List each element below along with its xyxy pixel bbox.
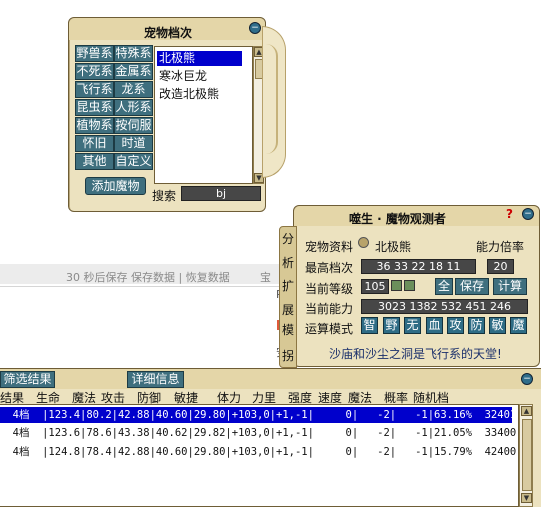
results-scrollbar[interactable]: ▲ ▼: [519, 404, 533, 507]
pet-list-item[interactable]: 寒冰巨龙: [159, 69, 207, 84]
category-other[interactable]: 其他: [75, 153, 114, 170]
category-dragon[interactable]: 龙系: [114, 81, 153, 98]
category-nostalgia[interactable]: 怀旧: [75, 135, 114, 152]
mode-wild-button[interactable]: 野: [383, 317, 400, 334]
magnifier-icon[interactable]: [358, 237, 369, 248]
max-grade-label: 最高档次: [305, 261, 354, 275]
category-humanoid[interactable]: 人形系: [114, 99, 153, 116]
side-tab[interactable]: 分: [282, 230, 294, 247]
partial-char-1: 宝: [260, 271, 271, 284]
pet-archive-title: 宠物档次: [144, 26, 193, 40]
pet-info-label: 宠物资料: [305, 240, 354, 254]
decorative-wing-line: [266, 44, 278, 154]
mode-label: 运算模式: [305, 322, 354, 336]
side-tab[interactable]: 模: [282, 321, 294, 338]
mode-defense-button[interactable]: 防: [468, 317, 485, 334]
category-custom[interactable]: 自定义: [114, 153, 153, 170]
pet-archive-panel: 宠物档次 野兽系 特殊系 不死系 金属系 飞行系 龙系 昆虫系 人形系 植物系 …: [68, 17, 266, 212]
all-button[interactable]: 全: [435, 278, 453, 295]
results-header: [0, 369, 541, 389]
side-tab[interactable]: 析: [282, 254, 294, 271]
category-time[interactable]: 时道: [114, 135, 153, 152]
results-scroll-up-icon[interactable]: ▲: [521, 406, 532, 416]
category-insect[interactable]: 昆虫系: [75, 99, 114, 116]
pet-list-item[interactable]: 北极熊: [159, 51, 195, 66]
category-undead[interactable]: 不死系: [75, 63, 114, 80]
ability-label: 当前能力: [305, 302, 354, 316]
side-tab-strip: 分 析 扩 展 模 拐: [279, 226, 297, 368]
mode-magic-button[interactable]: 魔: [510, 317, 527, 334]
pet-name-value: 北极熊: [375, 240, 412, 254]
level-field[interactable]: 105: [361, 279, 389, 294]
ratio-label: 能力倍率: [476, 240, 525, 254]
close-icon[interactable]: −: [249, 22, 261, 34]
side-tab[interactable]: 展: [282, 301, 294, 318]
pet-list[interactable]: 北极熊 寒冰巨龙 改造北极熊: [154, 46, 253, 184]
category-special[interactable]: 特殊系: [114, 45, 153, 62]
mode-attack-button[interactable]: 攻: [447, 317, 464, 334]
results-scroll-thumb[interactable]: [522, 419, 532, 491]
ratio-field[interactable]: 20: [487, 259, 514, 274]
level-up-icon[interactable]: [404, 280, 415, 291]
results-list[interactable]: 4档 |123.4|80.2|42.88|40.60|29.80|+103,0|…: [0, 404, 529, 507]
result-row[interactable]: 4档 |124.8|78.4|42.88|40.60|29.80|+103,0|…: [0, 444, 529, 460]
save-status-text[interactable]: 30 秒后保存 保存数据 | 恢复数据: [66, 269, 230, 285]
help-icon[interactable]: ?: [506, 208, 516, 220]
side-tab[interactable]: 扩: [282, 277, 294, 294]
level-down-icon[interactable]: [391, 280, 402, 291]
save-button[interactable]: 保存: [455, 278, 489, 295]
observer-title: 噬生 · 魔物观测者: [349, 212, 446, 226]
side-tab[interactable]: 拐: [282, 347, 294, 364]
filter-results-button[interactable]: 筛选结果: [0, 371, 55, 388]
details-button[interactable]: 详细信息: [127, 371, 184, 388]
category-servo[interactable]: 按伺服: [114, 117, 153, 134]
tip-text: 沙庙和沙尘之洞是飞行系的天堂!: [329, 347, 502, 361]
results-panel: 筛选结果 详细信息 − 结果 生命 魔法 攻击 防御 敏捷 体力 力里 强度 速…: [0, 368, 541, 507]
search-input[interactable]: bj: [181, 186, 261, 201]
add-monster-button[interactable]: 添加魔物: [85, 177, 146, 195]
page-divider: [0, 286, 290, 287]
category-metal[interactable]: 金属系: [114, 63, 153, 80]
mode-none-button[interactable]: 无: [404, 317, 421, 334]
pet-list-item[interactable]: 改造北极熊: [159, 87, 219, 102]
mode-int-button[interactable]: 智: [361, 317, 378, 334]
category-plant[interactable]: 植物系: [75, 117, 114, 134]
mode-hp-button[interactable]: 血: [426, 317, 443, 334]
ability-field[interactable]: 3023 1382 532 451 246: [361, 299, 528, 314]
result-row[interactable]: 4档 |123.4|80.2|42.88|40.60|29.80|+103,0|…: [0, 407, 529, 423]
category-beast[interactable]: 野兽系: [75, 45, 114, 62]
search-label: 搜索: [152, 189, 177, 203]
category-flying[interactable]: 飞行系: [75, 81, 114, 98]
max-grade-field[interactable]: 36 33 22 18 11: [361, 259, 476, 274]
observer-close-icon[interactable]: −: [522, 208, 534, 220]
calculate-button[interactable]: 计算: [493, 278, 527, 295]
results-scroll-down-icon[interactable]: ▼: [521, 493, 532, 503]
observer-panel: 噬生 · 魔物观测者 宠物资料 北极熊 能力倍率 最高档次 36 33 22 1…: [293, 205, 540, 367]
level-label: 当前等级: [305, 282, 354, 296]
mode-agility-button[interactable]: 敏: [489, 317, 506, 334]
result-row[interactable]: 4档 |123.6|78.6|43.38|40.62|29.82|+103,0|…: [0, 425, 529, 441]
results-close-icon[interactable]: −: [521, 373, 533, 385]
